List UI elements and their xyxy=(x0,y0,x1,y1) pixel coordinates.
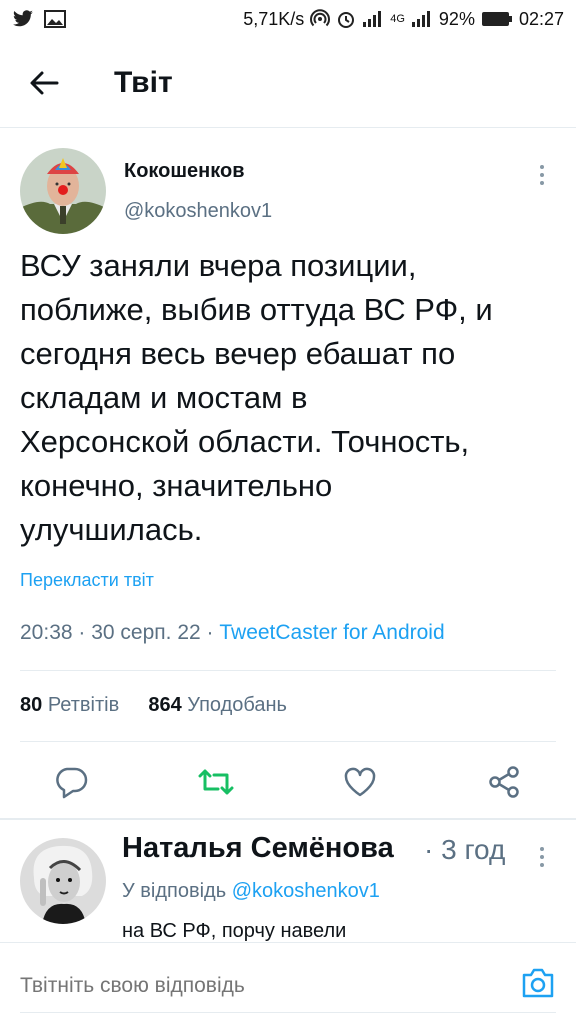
compose-underline xyxy=(20,1012,556,1013)
page-title: Твіт xyxy=(114,65,173,99)
more-dot xyxy=(540,173,544,177)
more-vertical-icon xyxy=(540,165,544,169)
more-dot xyxy=(540,855,544,859)
tweet-author: Кокошенков @kokoshenkov1 xyxy=(0,140,576,236)
arrow-left-icon xyxy=(30,71,59,94)
tweet-more-button[interactable] xyxy=(532,160,552,190)
tweet-date: 30 серп. 22 xyxy=(91,621,201,644)
reply-timestamp: · 3 год xyxy=(424,834,506,865)
translate-tweet-link[interactable]: Перекласти твіт xyxy=(20,570,154,591)
app-header: Твіт xyxy=(0,38,576,128)
share-icon xyxy=(489,766,519,798)
network-speed: 5,71K/s xyxy=(243,8,305,29)
hotspot-icon xyxy=(310,9,331,29)
author-name[interactable]: Кокошенков xyxy=(124,160,245,183)
battery-icon xyxy=(481,11,513,27)
twitter-bird-icon xyxy=(12,10,34,28)
retweets-count[interactable]: 80 xyxy=(20,694,42,716)
reply-button[interactable] xyxy=(49,760,93,804)
retweets-label[interactable]: Ретвітів xyxy=(48,694,119,716)
back-button[interactable] xyxy=(14,53,74,113)
reply-author-name[interactable]: Наталья Семёнова xyxy=(122,832,394,865)
alarm-icon xyxy=(336,9,356,29)
gallery-icon xyxy=(44,10,66,28)
retweet-button[interactable] xyxy=(194,760,238,804)
author-handle[interactable]: @kokoshenkov1 xyxy=(124,200,272,223)
author-avatar[interactable] xyxy=(20,148,106,234)
network-type: 4G xyxy=(390,13,405,25)
reply-text: на ВС РФ, порчу навели xyxy=(122,920,347,942)
share-button[interactable] xyxy=(482,760,526,804)
like-button[interactable] xyxy=(338,760,382,804)
signal-icon xyxy=(362,10,384,28)
camera-icon xyxy=(522,968,554,998)
meta-separator: · xyxy=(206,621,220,644)
tweet-time: 20:38 xyxy=(20,621,73,644)
reply-time-value: 3 год xyxy=(441,834,506,865)
more-dot xyxy=(540,181,544,185)
tweet-actions xyxy=(0,750,576,814)
tweet-text: ВСУ заняли вчера позиции, поближе, выбив… xyxy=(20,248,493,547)
camera-button[interactable] xyxy=(520,965,556,1001)
reply-to-line: У відповідь @kokoshenkov1 xyxy=(122,880,380,903)
section-separator xyxy=(0,818,576,820)
reply-to-label: У відповідь xyxy=(122,880,227,902)
divider xyxy=(20,670,556,671)
likes-count[interactable]: 864 xyxy=(148,694,181,716)
status-bar: 5,71K/s 4G 92% 02:27 xyxy=(0,0,576,38)
tweet-stats: 80 Ретвітів 864 Уподобань xyxy=(20,694,287,717)
tweet-source-link[interactable]: TweetCaster for Android xyxy=(219,621,444,644)
tweet-detail-screen: 5,71K/s 4G 92% 02:27 Твіт Кокошенков @ko… xyxy=(0,0,576,1024)
likes-label[interactable]: Уподобань xyxy=(187,694,287,716)
more-vertical-icon xyxy=(540,847,544,851)
reply-author-avatar[interactable] xyxy=(20,838,106,924)
meta-separator: · xyxy=(78,621,92,644)
reply-input[interactable] xyxy=(20,971,500,1001)
reply-to-mention[interactable]: @kokoshenkov1 xyxy=(232,880,380,902)
reply-more-button[interactable] xyxy=(532,842,552,872)
heart-icon xyxy=(344,767,376,797)
comment-icon xyxy=(56,767,88,799)
battery-percent: 92% xyxy=(438,8,475,29)
more-dot xyxy=(540,863,544,867)
tweet-meta: 20:38 · 30 серп. 22 · TweetCaster for An… xyxy=(20,621,445,645)
retweet-icon xyxy=(198,769,234,795)
clock: 02:27 xyxy=(518,8,564,29)
signal-icon-2 xyxy=(411,10,433,28)
divider xyxy=(20,741,556,742)
